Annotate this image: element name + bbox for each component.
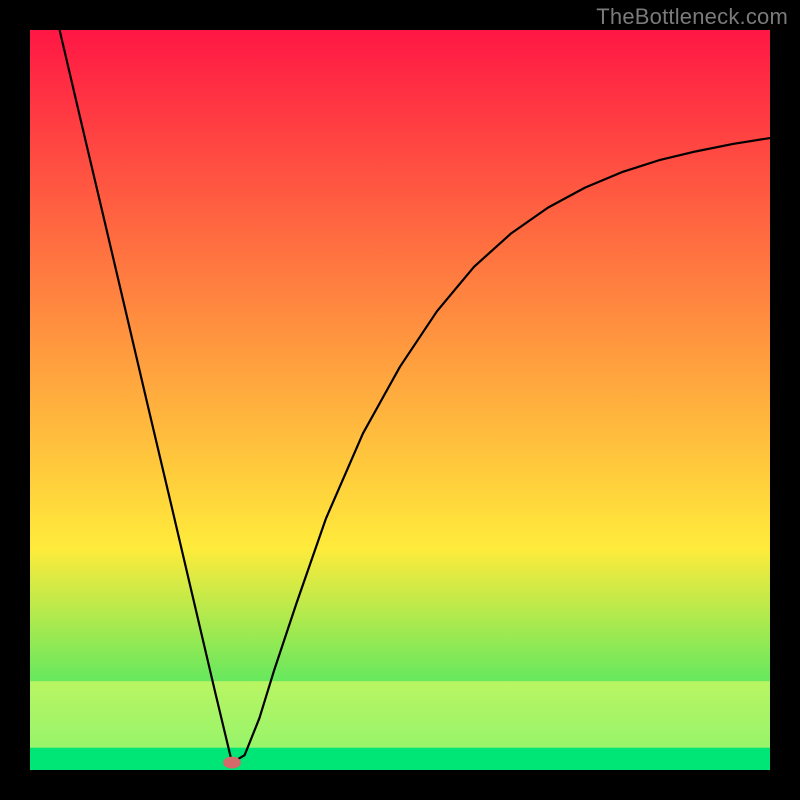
attribution-text: TheBottleneck.com: [596, 4, 788, 30]
gradient-background: [30, 30, 770, 770]
yellow-band: [30, 681, 770, 748]
plot-area: [30, 30, 770, 770]
chart-svg: [30, 30, 770, 770]
chart-frame: TheBottleneck.com: [0, 0, 800, 800]
minimum-marker: [223, 757, 241, 769]
green-band: [30, 748, 770, 770]
